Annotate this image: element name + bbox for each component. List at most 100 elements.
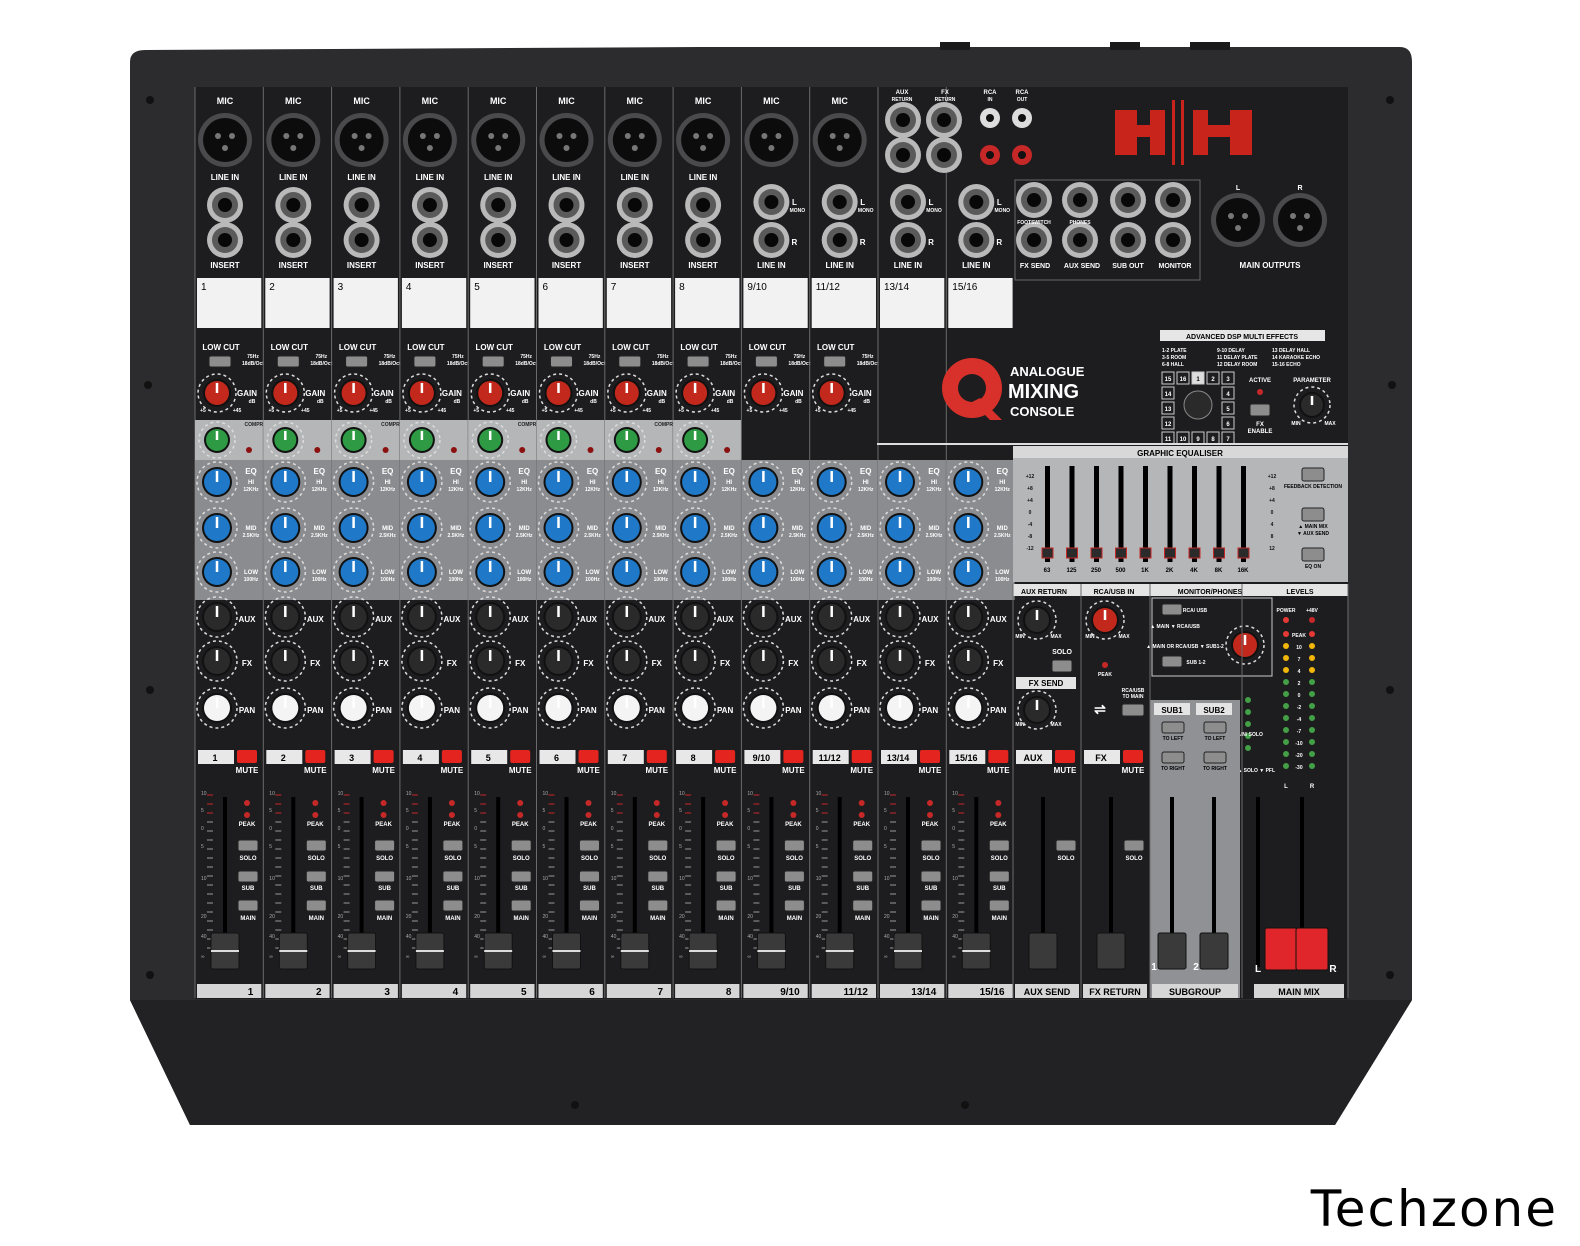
solo-button[interactable] [579, 839, 600, 852]
low-cut-button[interactable] [754, 355, 778, 368]
sub1-to-right-button[interactable] [1161, 751, 1185, 764]
jack-input-hole[interactable] [354, 198, 369, 212]
jack-input-hole[interactable] [627, 198, 642, 212]
jack-input-hole[interactable] [937, 148, 951, 162]
sub-button[interactable] [783, 870, 805, 883]
main-button[interactable] [783, 899, 805, 912]
mute-button[interactable] [920, 750, 940, 763]
main-button[interactable] [647, 899, 669, 912]
mute-button[interactable] [1123, 750, 1143, 763]
main-button[interactable] [579, 899, 600, 912]
sub-button[interactable] [374, 870, 396, 883]
sub-button[interactable] [988, 870, 1010, 883]
low-cut-button[interactable] [823, 355, 847, 368]
jack-input-hole[interactable] [1073, 233, 1087, 247]
solo-button[interactable] [920, 839, 942, 852]
master-fader-cap[interactable] [1096, 932, 1126, 970]
main-button[interactable] [237, 899, 259, 912]
sub-button[interactable] [920, 870, 942, 883]
low-cut-button[interactable] [276, 355, 300, 368]
jack-input-hole[interactable] [969, 233, 984, 247]
sub-button[interactable] [852, 870, 874, 883]
jack-input-hole[interactable] [901, 233, 915, 247]
geq-slider-cap[interactable] [1139, 547, 1152, 559]
jack-input-hole[interactable] [286, 233, 301, 247]
jack-input-hole[interactable] [1027, 193, 1041, 207]
mute-button[interactable] [646, 750, 667, 763]
jack-input-hole[interactable] [1121, 233, 1135, 247]
solo-button[interactable] [647, 839, 669, 852]
xlr-input-socket[interactable] [681, 118, 726, 162]
aux-return-solo-button[interactable] [1051, 659, 1073, 673]
main-aux-switch[interactable] [1301, 507, 1325, 522]
xlr-input-socket[interactable] [612, 118, 657, 162]
sub2-to-left-button[interactable] [1203, 721, 1227, 734]
sub-button[interactable] [647, 870, 669, 883]
low-cut-button[interactable] [345, 355, 369, 368]
geq-slider-cap[interactable] [1041, 547, 1054, 559]
mute-button[interactable] [373, 750, 394, 763]
solo-button[interactable] [510, 839, 532, 852]
low-cut-button[interactable] [686, 355, 710, 368]
mute-button[interactable] [237, 750, 257, 763]
mute-button[interactable] [510, 750, 531, 763]
xlr-input-socket[interactable] [271, 118, 316, 162]
xlr-input-socket[interactable] [203, 118, 247, 162]
sub1-to-left-button[interactable] [1161, 721, 1185, 734]
main-button[interactable] [305, 899, 327, 912]
monitor-source-button[interactable] [1161, 603, 1183, 616]
sub-button[interactable] [305, 870, 327, 883]
jack-input-hole[interactable] [696, 198, 711, 212]
main-button[interactable] [852, 899, 874, 912]
jack-input-hole[interactable] [491, 198, 506, 212]
jack-input-hole[interactable] [937, 113, 951, 127]
master-fader-cap[interactable] [1028, 932, 1058, 970]
solo-button[interactable] [237, 839, 259, 852]
jack-input-hole[interactable] [627, 233, 642, 247]
sub-button[interactable] [510, 870, 532, 883]
mute-button[interactable] [988, 750, 1009, 763]
main-button[interactable] [510, 899, 532, 912]
sub-button[interactable] [442, 870, 464, 883]
jack-input-hole[interactable] [1166, 233, 1180, 247]
solo-button[interactable] [852, 839, 874, 852]
low-cut-button[interactable] [550, 355, 573, 368]
sub2-to-right-button[interactable] [1203, 751, 1227, 764]
jack-input-hole[interactable] [896, 148, 910, 162]
jack-input-hole[interactable] [422, 198, 437, 212]
jack-input-hole[interactable] [1121, 193, 1135, 207]
mute-button[interactable] [783, 750, 804, 763]
geq-slider-cap[interactable] [1066, 547, 1078, 559]
feedback-detection-button[interactable] [1301, 467, 1325, 482]
fx-enable-button[interactable] [1249, 403, 1271, 417]
solo-button[interactable] [988, 839, 1010, 852]
jack-input-hole[interactable] [491, 233, 506, 247]
geq-slider-cap[interactable] [1237, 547, 1250, 559]
xlr-input-socket[interactable] [1278, 198, 1322, 242]
xlr-input-socket[interactable] [407, 118, 452, 162]
jack-input-hole[interactable] [764, 195, 779, 209]
jack-input-hole[interactable] [286, 198, 301, 212]
geq-slider-cap[interactable] [1188, 547, 1201, 559]
geq-slider-cap[interactable] [1164, 547, 1176, 559]
solo-button[interactable] [783, 839, 805, 852]
xlr-input-socket[interactable] [817, 118, 862, 162]
main-button[interactable] [442, 899, 464, 912]
sub-button[interactable] [579, 870, 600, 883]
low-cut-button[interactable] [618, 355, 642, 368]
xlr-input-socket[interactable] [749, 118, 794, 162]
mute-button[interactable] [715, 750, 736, 763]
jack-input-hole[interactable] [1027, 233, 1041, 247]
dsp-preset-selector[interactable] [1183, 390, 1213, 420]
jack-input-hole[interactable] [559, 233, 574, 247]
main-button[interactable] [374, 899, 396, 912]
mute-button[interactable] [578, 750, 599, 763]
subgroup-fader-cap[interactable] [1157, 932, 1187, 970]
solo-button[interactable] [1055, 839, 1077, 852]
jack-input-hole[interactable] [218, 198, 232, 212]
geq-slider-cap[interactable] [1090, 547, 1103, 559]
solo-button[interactable] [442, 839, 464, 852]
solo-button[interactable] [305, 839, 327, 852]
solo-button[interactable] [1123, 839, 1145, 852]
main-button[interactable] [715, 899, 737, 912]
